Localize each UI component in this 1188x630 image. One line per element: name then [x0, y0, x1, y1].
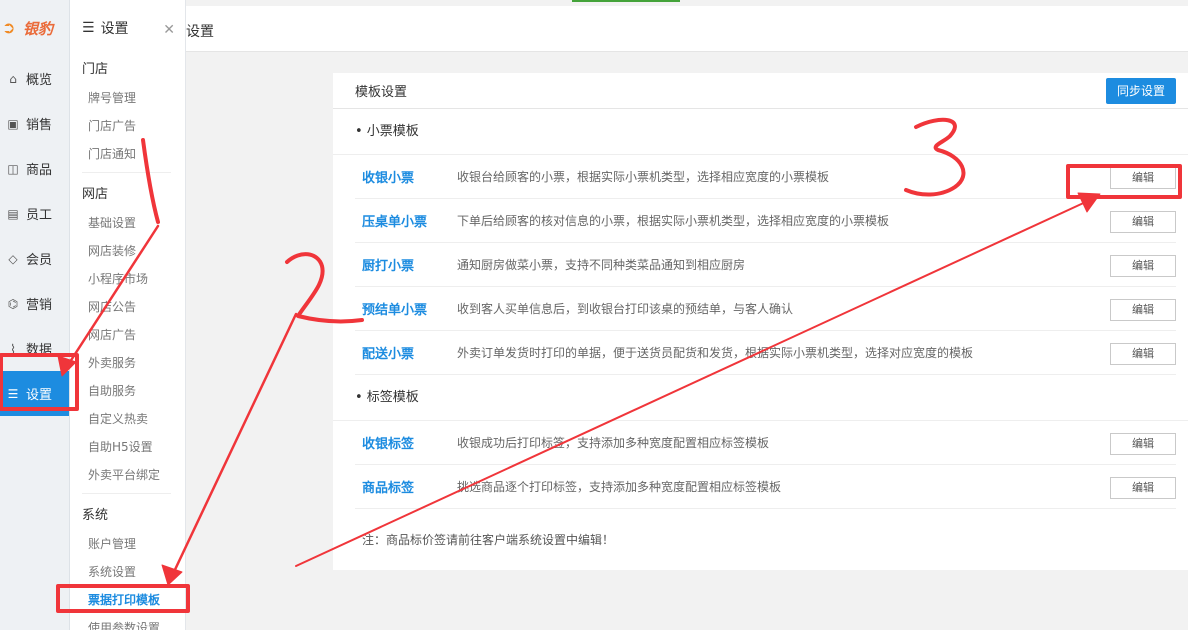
template-group-title: • 小票模板 — [333, 109, 1188, 155]
id-card-icon: ▤ — [7, 206, 19, 221]
home-icon: ⌂ — [9, 71, 17, 86]
edit-button[interactable]: 编辑 — [1110, 299, 1176, 321]
edit-button[interactable]: 编辑 — [1110, 433, 1176, 455]
template-description: 收银成功后打印标签，支持添加多种宽度配置相应标签模板 — [457, 436, 770, 450]
edit-button[interactable]: 编辑 — [1110, 255, 1176, 277]
template-row: 收银小票 收银台给顾客的小票，根据实际小票机类型，选择相应宽度的小票模板 编辑 — [355, 155, 1176, 199]
brand-name: 银豹 — [23, 19, 54, 38]
top-indicator — [572, 0, 680, 2]
edit-button[interactable]: 编辑 — [1110, 477, 1176, 499]
nav-item-label: 设置 — [26, 388, 53, 403]
template-description: 下单后给顾客的核对信息的小票，根据实际小票机类型，选择相应宽度的小票模板 — [457, 214, 890, 228]
submenu-item[interactable]: 网店装修 — [70, 237, 185, 265]
submenu-title: 设置 — [100, 21, 129, 37]
box-icon: ◫ — [7, 161, 19, 176]
edit-button[interactable]: 编辑 — [1110, 343, 1176, 365]
left-nav: ➲ 银豹 ⌂ 概览 ▣ 销售 ◫ 商品 ▤ 员工 ◇ 会员 ⌬ 营销 ⌇ 数据 ☰ 设置 — [0, 0, 70, 630]
breadcrumb: 设置 — [186, 24, 214, 40]
panel-title: 模板设置 — [355, 85, 408, 100]
submenu-item[interactable]: 基础设置 — [70, 209, 185, 237]
submenu-header: ☰ 设置 ✕ — [70, 0, 185, 56]
nav-item-label: 数据 — [26, 343, 53, 358]
submenu-item[interactable]: 牌号管理 — [70, 84, 185, 112]
nav-item-label: 会员 — [26, 253, 53, 268]
template-name-link[interactable]: 压桌单小票 — [355, 211, 457, 230]
submenu-item[interactable]: 外卖平台绑定 — [70, 461, 185, 489]
top-bar: 设置 — [186, 0, 1188, 52]
register-icon: ▣ — [7, 116, 19, 131]
annotation-arrow-2 — [170, 312, 298, 578]
nav-item-overview[interactable]: ⌂ 概览 — [0, 56, 69, 101]
settings-submenu: ☰ 设置 ✕ 门店牌号管理 门店广告 门店通知网店基础设置 网店装修 小程序市场 网店公告… — [70, 0, 186, 630]
chart-icon: ⌇ — [10, 341, 16, 356]
template-description: 外卖订单发货时打印的单据，便于送货员配货和发货，根据实际小票机类型，选择对应宽度… — [457, 346, 974, 360]
template-description: 收银台给顾客的小票，根据实际小票机类型，选择相应宽度的小票模板 — [457, 170, 830, 184]
diamond-icon: ◇ — [8, 251, 18, 266]
template-name-link[interactable]: 商品标签 — [355, 477, 457, 496]
nav-item-label: 商品 — [26, 163, 53, 178]
template-name-link[interactable]: 厨打小票 — [355, 255, 457, 274]
template-row: 预结单小票 收到客人买单信息后，到收银台打印该桌的预结单，与客人确认 编辑 — [355, 287, 1176, 331]
submenu-item[interactable]: 账户管理 — [70, 530, 185, 558]
template-name-link[interactable]: 配送小票 — [355, 343, 457, 362]
nav-item-data[interactable]: ⌇ 数据 — [0, 326, 69, 371]
submenu-section-title: 系统 — [82, 508, 109, 523]
submenu-item[interactable]: 门店通知 — [70, 140, 185, 168]
template-settings-panel: 模板设置 同步设置 • 小票模板 收银小票 收银台给顾客的小票，根据实际小票机类型，… — [333, 73, 1188, 570]
template-name-link[interactable]: 收银小票 — [355, 167, 457, 186]
sync-settings-button[interactable]: 同步设置 — [1105, 77, 1176, 104]
nav-item-settings[interactable]: ☰ 设置 — [0, 371, 69, 416]
submenu-divider — [82, 493, 171, 494]
nav-item-products[interactable]: ◫ 商品 — [0, 146, 69, 191]
close-icon[interactable]: ✕ — [163, 22, 175, 38]
brand-logo[interactable]: ➲ 银豹 — [0, 0, 69, 56]
template-description: 收到客人买单信息后，到收银台打印该桌的预结单，与客人确认 — [457, 302, 794, 316]
submenu-item[interactable]: 票据打印模板 — [70, 586, 185, 614]
nav-item-label: 销售 — [26, 118, 53, 133]
nav-item-sales[interactable]: ▣ 销售 — [0, 101, 69, 146]
nav-item-label: 营销 — [26, 298, 53, 313]
gift-icon: ⌬ — [7, 296, 19, 311]
submenu-item[interactable]: 自助H5设置 — [70, 433, 185, 461]
submenu-item[interactable]: 门店广告 — [70, 112, 185, 140]
sliders-icon: ☰ — [82, 20, 95, 36]
template-row: 配送小票 外卖订单发货时打印的单据，便于送货员配货和发货，根据实际小票机类型，选择… — [355, 331, 1176, 375]
submenu-divider — [82, 172, 171, 173]
submenu-item[interactable]: 网店广告 — [70, 321, 185, 349]
nav-item-members[interactable]: ◇ 会员 — [0, 236, 69, 281]
template-group-title: • 标签模板 — [333, 375, 1188, 421]
nav-item-staff[interactable]: ▤ 员工 — [0, 191, 69, 236]
template-name-link[interactable]: 收银标签 — [355, 433, 457, 452]
sliders-icon: ☰ — [7, 386, 19, 401]
nav-item-label: 员工 — [26, 208, 53, 223]
template-row: 商品标签 挑选商品逐个打印标签，支持添加多种宽度配置相应标签模板 编辑 — [355, 465, 1176, 509]
edit-button[interactable]: 编辑 — [1110, 211, 1176, 233]
template-description: 通知厨房做菜小票，支持不同种类菜品通知到相应厨房 — [457, 258, 746, 272]
template-row: 收银标签 收银成功后打印标签，支持添加多种宽度配置相应标签模板 编辑 — [355, 421, 1176, 465]
nav-item-marketing[interactable]: ⌬ 营销 — [0, 281, 69, 326]
edit-button[interactable]: 编辑 — [1110, 167, 1176, 189]
submenu-item[interactable]: 外卖服务 — [70, 349, 185, 377]
template-name-link[interactable]: 预结单小票 — [355, 299, 457, 318]
nav-item-label: 概览 — [26, 73, 53, 88]
footer-note: 注：商品标价签请前往客户端系统设置中编辑！ — [362, 533, 615, 547]
submenu-item[interactable]: 自助服务 — [70, 377, 185, 405]
submenu-section-title: 门店 — [82, 62, 109, 77]
submenu-item[interactable]: 自定义热卖 — [70, 405, 185, 433]
submenu-item[interactable]: 小程序市场 — [70, 265, 185, 293]
panel-header: 模板设置 同步设置 — [333, 73, 1188, 109]
submenu-item[interactable]: 使用参数设置 — [70, 614, 185, 630]
submenu-item[interactable]: 系统设置 — [70, 558, 185, 586]
template-description: 挑选商品逐个打印标签，支持添加多种宽度配置相应标签模板 — [457, 480, 782, 494]
submenu-item[interactable]: 网店公告 — [70, 293, 185, 321]
template-row: 厨打小票 通知厨房做菜小票，支持不同种类菜品通知到相应厨房 编辑 — [355, 243, 1176, 287]
template-row: 压桌单小票 下单后给顾客的核对信息的小票，根据实际小票机类型，选择相应宽度的小票模… — [355, 199, 1176, 243]
submenu-section-title: 网店 — [82, 187, 109, 202]
leopard-logo-icon: ➲ — [2, 18, 16, 37]
